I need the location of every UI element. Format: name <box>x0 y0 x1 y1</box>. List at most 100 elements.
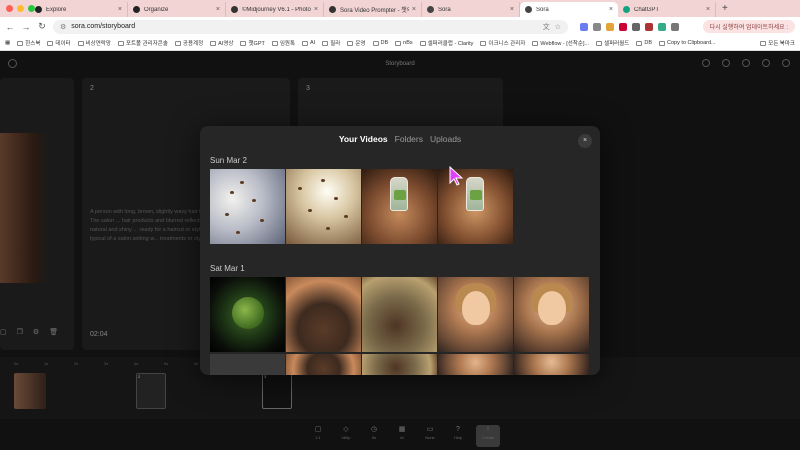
apps-grid-icon[interactable]: ▦ <box>5 40 10 46</box>
video-thumbnail[interactable] <box>286 354 361 375</box>
notifications-icon[interactable] <box>762 59 770 67</box>
tab-folders[interactable]: Folders <box>395 134 423 144</box>
video-grid <box>210 169 513 244</box>
help-button[interactable]: ? Help <box>448 425 468 447</box>
video-thumbnail[interactable] <box>438 354 513 375</box>
video-thumbnail[interactable] <box>210 277 285 352</box>
video-thumbnail[interactable] <box>362 354 437 375</box>
timeline-clip[interactable] <box>14 373 46 409</box>
bookmarks-bar: ▦ 한스북 데이터 비상연락망 포트폴 관리자콘솔 공용계정 AI영상 챗GPT 임원톡 AI 필라… <box>0 36 800 51</box>
translate-icon[interactable]: 文 <box>543 22 550 32</box>
duplicate-icon[interactable]: ❐ <box>17 328 23 336</box>
timeline-clip[interactable] <box>262 373 292 409</box>
bookmark-item[interactable]: AI <box>302 40 315 46</box>
extension-icon[interactable] <box>632 22 640 31</box>
folder-icon <box>240 40 247 46</box>
folder-icon <box>17 40 24 46</box>
more-options-icon[interactable] <box>742 59 750 67</box>
resolution-button[interactable]: ◇ 480p <box>336 425 356 447</box>
back-icon[interactable]: ← <box>5 22 15 32</box>
create-button[interactable]: ↑ Create <box>476 425 500 447</box>
bookmark-item[interactable]: 임원톡 <box>271 39 295 47</box>
extension-icon[interactable] <box>645 22 653 31</box>
tab-close-icon[interactable]: × <box>412 6 416 13</box>
bookmark-item[interactable]: 운영 <box>347 39 366 47</box>
tab-close-icon[interactable]: × <box>118 6 122 13</box>
bookmark-item[interactable]: 필라 <box>322 39 340 47</box>
minimize-window-icon[interactable] <box>17 5 24 12</box>
edit-icon[interactable]: ▢ <box>0 328 7 336</box>
close-window-icon[interactable] <box>6 5 13 12</box>
folder-icon <box>395 40 402 46</box>
video-thumbnail[interactable] <box>514 277 589 352</box>
browser-tab[interactable]: Explore × <box>30 2 128 17</box>
bookmark-item[interactable]: 한스북 <box>17 39 40 47</box>
bookmark-item[interactable]: AI영상 <box>210 39 233 47</box>
tab-uploads[interactable]: Uploads <box>430 134 461 144</box>
app-header: Storyboard <box>0 51 800 77</box>
preset-button[interactable]: ▭ None <box>420 425 440 447</box>
settings-icon[interactable]: ⚙ <box>33 328 39 336</box>
video-thumbnail[interactable] <box>286 277 361 352</box>
extensions-puzzle-icon[interactable] <box>671 22 679 31</box>
new-tab-button[interactable]: + <box>716 2 734 17</box>
aspect-ratio-button[interactable]: ▢ 1:1 <box>308 425 328 447</box>
site-info-icon[interactable]: ⚙ <box>60 23 66 31</box>
bookmark-item[interactable]: 포트폴 관리자콘솔 <box>117 39 168 47</box>
browser-tab-active[interactable]: Sora × <box>520 2 618 17</box>
bookmark-item[interactable]: Copy to Clipboard... <box>659 40 716 46</box>
bookmark-item[interactable]: 비상연락망 <box>77 39 111 47</box>
trash-icon[interactable]: 🗑 <box>49 328 58 336</box>
avatar[interactable] <box>782 59 790 67</box>
bookmark-item[interactable]: 셀퍼러클럽 - Clarity <box>419 39 473 47</box>
update-chrome-button[interactable]: 다시 실행하여 업데이트하세요 : <box>702 20 795 33</box>
video-thumbnail[interactable] <box>514 354 589 375</box>
browser-tab[interactable]: Sora Video Prompter - 챗의 ...× <box>324 2 422 17</box>
browser-tab[interactable]: Sora × <box>422 2 520 17</box>
all-bookmarks-item[interactable]: 모든 북마크 <box>760 39 795 47</box>
tab-close-icon[interactable]: × <box>510 6 514 13</box>
tab-close-icon[interactable]: × <box>216 6 220 13</box>
bookmark-item[interactable]: Webflow - [선착순]... <box>532 39 589 47</box>
video-thumbnail[interactable] <box>286 169 361 244</box>
browser-tab[interactable]: ChatGPT × <box>618 2 716 17</box>
bookmark-star-icon[interactable]: ☆ <box>555 23 561 31</box>
extension-icon[interactable] <box>593 22 601 31</box>
video-thumbnail[interactable] <box>362 277 437 352</box>
undo-icon[interactable] <box>702 59 710 67</box>
variations-icon: ▦ <box>398 426 406 433</box>
bookmark-item[interactable]: nBs <box>395 40 413 46</box>
duration-button[interactable]: ◷ 5s <box>364 425 384 447</box>
timeline-time-mark: 0s <box>14 361 19 366</box>
extension-icon[interactable] <box>619 22 627 31</box>
forward-icon[interactable]: → <box>21 22 31 32</box>
variations-button[interactable]: ▦ 4v <box>392 425 412 447</box>
tab-close-icon[interactable]: × <box>706 6 710 13</box>
tab-close-icon[interactable]: × <box>609 6 613 13</box>
bookmark-item[interactable]: 셀퍼러월드 <box>596 39 629 47</box>
bookmark-item[interactable]: DB <box>636 40 652 46</box>
browser-tab[interactable]: Organize × <box>128 2 226 17</box>
address-bar[interactable]: ⚙ sora.com/storyboard 文 ☆ <box>53 19 568 34</box>
close-modal-button[interactable]: × <box>578 134 592 148</box>
tab-close-icon[interactable]: × <box>314 6 318 13</box>
video-thumbnail[interactable] <box>362 169 437 244</box>
bookmark-item[interactable]: 챗GPT <box>240 39 265 47</box>
extension-icon[interactable] <box>606 22 614 31</box>
sora-logo-icon[interactable] <box>8 59 17 68</box>
storyboard-card-1[interactable]: ▢ ❐ ⚙ 🗑 <box>0 78 74 350</box>
browser-tab[interactable]: ©Midjourney V6.1 - Photorea× <box>226 2 324 17</box>
tab-your-videos[interactable]: Your Videos <box>339 134 388 144</box>
video-thumbnail[interactable] <box>210 354 285 375</box>
extension-icon[interactable] <box>658 22 666 31</box>
extension-icon[interactable] <box>580 22 588 31</box>
video-thumbnail[interactable] <box>438 277 513 352</box>
video-thumbnail[interactable] <box>210 169 285 244</box>
bookmark-item[interactable]: 데이터 <box>47 39 71 47</box>
redo-icon[interactable] <box>722 59 730 67</box>
bookmark-item[interactable]: DB <box>372 40 388 46</box>
bookmark-item[interactable]: 공용계정 <box>174 39 203 47</box>
reload-icon[interactable]: ↻ <box>37 21 47 32</box>
timeline-clip[interactable] <box>136 373 166 409</box>
bookmark-item[interactable]: 이크니스 관리자 <box>480 39 525 47</box>
